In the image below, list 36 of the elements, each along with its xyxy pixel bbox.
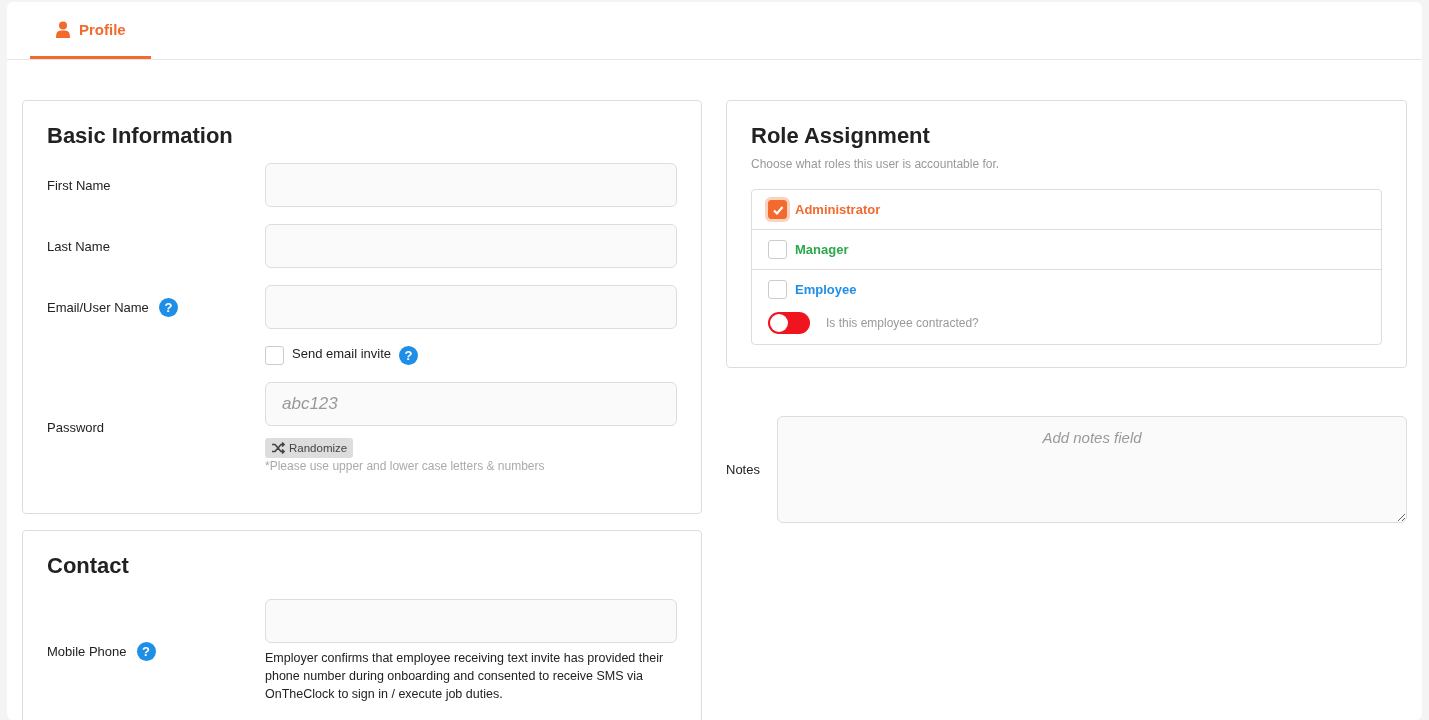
section-title: Role Assignment [751,123,931,149]
section-subtitle: Choose what roles this user is accountable for. [751,157,1001,171]
consent-note: Employer confirms that employee receiving text invite has provided their phone number during onboarding and consented to receive SMS via OnTheClock to sign in / execute job duties. [265,650,665,703]
password-field[interactable]: abc123 [265,382,677,426]
checkbox-label: Send email invite [292,346,391,361]
notes-field[interactable]: Add notes field [777,416,1407,523]
toggle-label: Is this employee contracted? [826,316,979,330]
field-label: Password [47,420,105,435]
checkbox[interactable] [768,240,787,259]
checkbox[interactable] [265,346,284,365]
password-hint: *Please use upper and lower case letters & numbers [265,459,546,473]
field-label: Mobile Phone [47,643,127,659]
check-icon [771,203,784,216]
section-title: Contact [47,553,130,579]
checkbox[interactable] [768,280,787,299]
help-icon[interactable]: ? [158,297,178,317]
profile-tab[interactable]: Profile [30,2,151,59]
role-label: Manager [795,242,849,257]
field-label: Notes [726,462,761,477]
field-label: Email/User Name [47,299,149,315]
section-title: Basic Information [47,123,234,149]
help-icon[interactable]: ? [136,641,156,661]
person-icon [55,20,71,38]
help-icon[interactable]: ? [399,346,418,365]
shuffle-icon [271,441,285,455]
last-name-field[interactable] [265,224,677,268]
toggle-switch[interactable] [768,312,810,334]
role-label: Administrator [795,202,881,217]
randomize-button[interactable]: Randomize [265,438,354,458]
field-label: First Name [47,177,111,193]
mobile-phone-field[interactable] [265,599,677,643]
checkbox[interactable] [768,200,787,219]
email-field[interactable] [265,285,677,329]
field-label: Last Name [47,238,110,254]
first-name-field[interactable] [265,163,677,207]
role-label: Employee [795,282,857,297]
